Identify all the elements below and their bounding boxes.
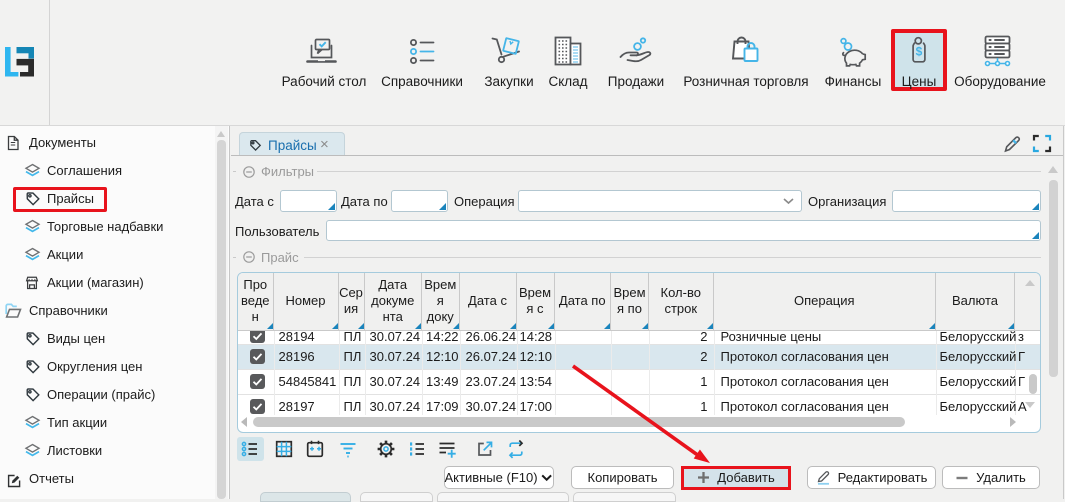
svg-text:$: $: [916, 45, 923, 59]
